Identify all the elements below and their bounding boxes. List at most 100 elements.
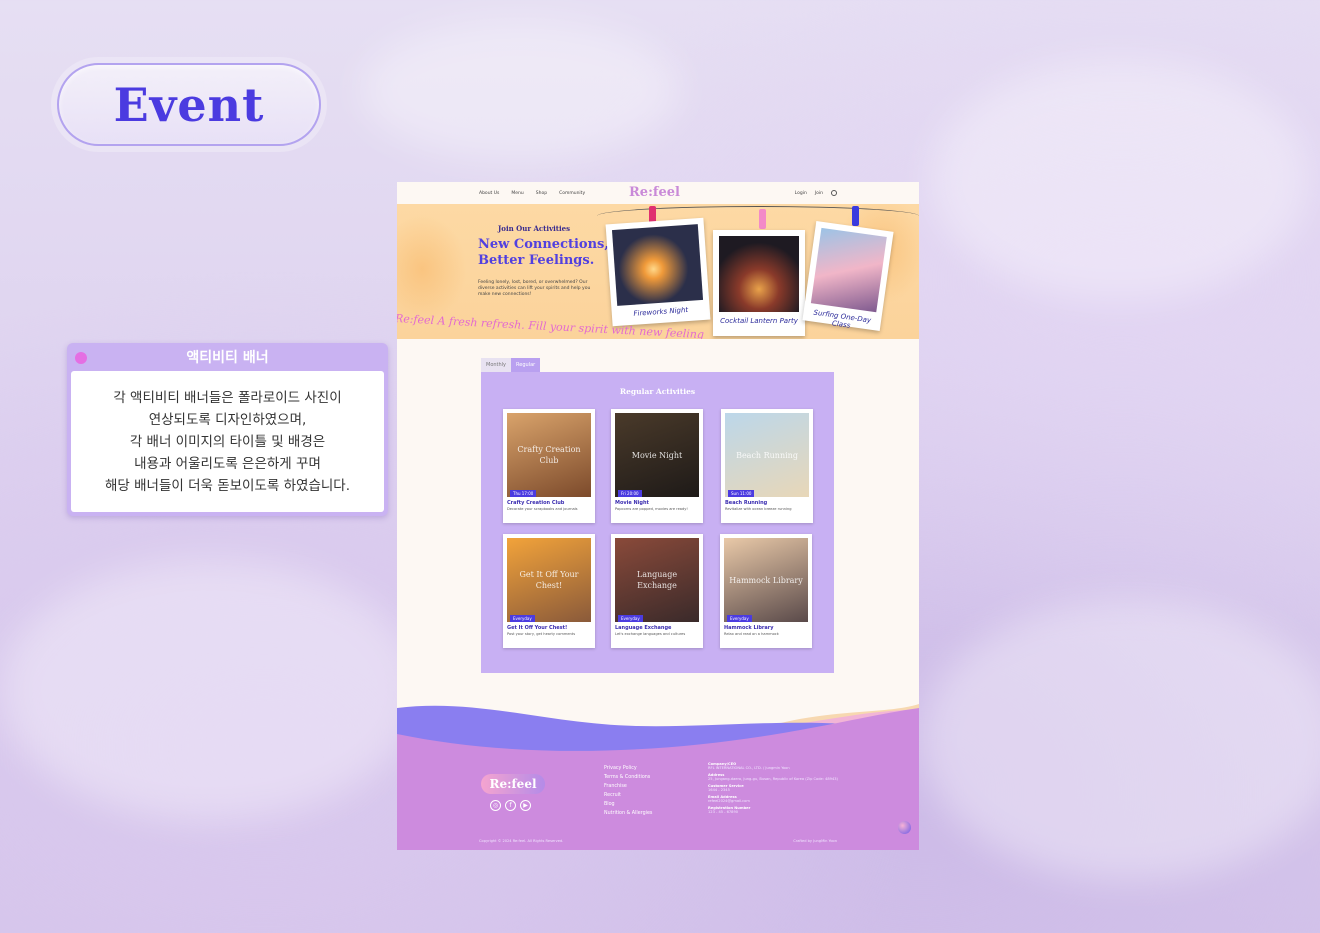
- annotation-line: 해당 배너들이 더욱 돋보이도록 하였습니다.: [104, 477, 351, 494]
- clothespin-icon: [852, 206, 859, 226]
- clothespin-icon: [759, 209, 766, 229]
- info-value: refeel2024@gmail.com: [708, 799, 750, 803]
- annotation-line: 내용과 어울리도록 은은하게 꾸며: [134, 455, 321, 472]
- annotation-line: 연상되도록 디자인하였으며,: [148, 411, 307, 428]
- activity-card[interactable]: Language Exchange Everyday Language Exch…: [611, 534, 703, 648]
- footer-link-franchise[interactable]: Franchise: [604, 784, 652, 789]
- photo-image: [810, 227, 887, 313]
- activity-overlay-title: Hammock Library: [729, 575, 803, 585]
- schedule-badge: Everyday: [618, 615, 643, 622]
- footer-links: Privacy Policy Terms & Conditions Franch…: [604, 766, 652, 816]
- annotation-line: 각 배너 이미지의 타이틀 및 배경은: [129, 433, 326, 450]
- instagram-icon[interactable]: ◎: [490, 800, 501, 811]
- activity-image: Language Exchange Everyday: [615, 538, 699, 622]
- company-info: Company/CEO RFL INTERNATIONAL CO., LTD. …: [708, 759, 858, 814]
- activity-card[interactable]: Beach Running Sun 11:00 Beach Running Re…: [721, 409, 813, 523]
- nav-community[interactable]: Community: [559, 191, 585, 196]
- annotation-body: 각 액티비티 배너들은 폴라로이드 사진이 연상되도록 디자인하였으며, 각 배…: [71, 371, 384, 512]
- nav-about-us[interactable]: About Us: [479, 191, 499, 196]
- activity-description: Relax and read on a hammock: [724, 632, 779, 636]
- activity-image: Movie Night Fri 20:00: [615, 413, 699, 497]
- photo-caption: Cocktail Lantern Party: [720, 317, 798, 325]
- activity-title: Movie Night: [615, 500, 649, 506]
- site-footer: Re:feel ◎ f ▶ Privacy Policy Terms & Con…: [397, 704, 919, 850]
- footer-link-privacy[interactable]: Privacy Policy: [604, 766, 652, 771]
- social-links: ◎ f ▶: [490, 800, 531, 811]
- chat-bubble-icon[interactable]: [898, 821, 911, 834]
- copyright-text: Copyright © 2024 Re:feel. All Rights Res…: [479, 839, 564, 843]
- tab-monthly[interactable]: Monthly: [481, 358, 512, 372]
- info-value: RFL INTERNATIONAL CO., LTD. / Jungmin Yo…: [708, 766, 790, 770]
- banner-description: Feeling lonely, lost, bored, or overwhel…: [478, 280, 591, 297]
- annotation-card: 액티비티 배너 각 액티비티 배너들은 폴라로이드 사진이 연상되도록 디자인하…: [67, 343, 388, 516]
- activity-tabs: Monthly Regular: [481, 358, 541, 372]
- activity-title: Hammock Library: [724, 625, 774, 631]
- footer-link-blog[interactable]: Blog: [604, 802, 652, 807]
- activity-overlay-title: Movie Night: [631, 450, 683, 460]
- photo-caption: Surfing One-Day Class: [813, 308, 872, 330]
- event-title-pill: Event: [57, 63, 321, 146]
- activity-title: Crafty Creation Club: [507, 500, 565, 506]
- footer-link-terms[interactable]: Terms & Conditions: [604, 775, 652, 780]
- activity-image: Crafty Creation Club Thu 17:00: [507, 413, 591, 497]
- activity-card[interactable]: Get It Off Your Chest! Everyday Get It O…: [503, 534, 595, 648]
- polaroid-photo: Fireworks Night: [605, 217, 711, 327]
- cloud-decoration: [930, 60, 1310, 300]
- activity-image: Hammock Library Everyday: [724, 538, 808, 622]
- photo-image: [719, 236, 799, 312]
- crafted-by-text: Crafted by JungMin Yoon: [793, 839, 837, 843]
- activity-banner: Join Our Activities New Connections, Bet…: [397, 204, 919, 339]
- activity-image: Get It Off Your Chest! Everyday: [507, 538, 591, 622]
- youtube-icon[interactable]: ▶: [520, 800, 531, 811]
- activity-overlay-title: Crafty Creation Club: [517, 445, 581, 465]
- footer-link-recruit[interactable]: Recruit: [604, 793, 652, 798]
- palm-decoration: [397, 214, 467, 324]
- top-navigation: About Us Menu Shop Community Re:feel Log…: [397, 182, 919, 204]
- annotation-title: 액티비티 배너: [186, 349, 269, 366]
- info-value: 123 - 45 - 67890: [708, 810, 739, 814]
- dot-icon: [75, 352, 87, 364]
- schedule-badge: Everyday: [510, 615, 535, 622]
- activity-title: Language Exchange: [615, 625, 672, 631]
- activity-image: Beach Running Sun 11:00: [725, 413, 809, 497]
- banner-title: New Connections, Better Feelings.: [478, 237, 609, 268]
- annotation-header: 액티비티 배너: [67, 343, 388, 370]
- activity-card[interactable]: Movie Night Fri 20:00 Movie Night Popcor…: [611, 409, 703, 523]
- schedule-badge: Sun 11:00: [728, 490, 755, 497]
- login-link[interactable]: Login: [795, 191, 807, 196]
- page-title: Event: [113, 77, 265, 132]
- website-mockup: About Us Menu Shop Community Re:feel Log…: [397, 182, 919, 850]
- globe-icon[interactable]: [831, 190, 837, 196]
- schedule-badge: Fri 20:00: [618, 490, 642, 497]
- activity-description: Popcorns are popped, movies are ready!: [615, 507, 688, 511]
- activity-overlay-title: Language Exchange: [636, 570, 678, 590]
- nav-menu[interactable]: Menu: [511, 191, 523, 196]
- activity-title: Get It Off Your Chest!: [507, 625, 568, 631]
- footer-logo[interactable]: Re:feel: [481, 774, 545, 794]
- regular-activities-panel: Regular Activities Crafty Creation Club …: [481, 372, 834, 673]
- tab-regular[interactable]: Regular: [511, 358, 541, 372]
- activity-card[interactable]: Hammock Library Everyday Hammock Library…: [720, 534, 812, 648]
- activity-title: Beach Running: [725, 500, 768, 506]
- banner-kicker: Join Our Activities: [498, 224, 571, 233]
- activity-description: Let's exchange languages and cultures: [615, 632, 686, 636]
- nav-shop[interactable]: Shop: [536, 191, 547, 196]
- activity-description: Decorate your scrapbooks and journals: [507, 507, 578, 511]
- schedule-badge: Thu 17:00: [510, 490, 537, 497]
- activity-overlay-title: Beach Running: [736, 450, 798, 460]
- polaroid-photo: Surfing One-Day Class: [802, 221, 894, 331]
- photo-caption: Fireworks Night: [633, 306, 689, 318]
- polaroid-photo: Cocktail Lantern Party: [713, 230, 805, 336]
- cloud-decoration: [0, 560, 420, 820]
- facebook-icon[interactable]: f: [505, 800, 516, 811]
- info-value: 25, Jungang-daero, Jung-gu, Busan, Repub…: [708, 777, 838, 781]
- footer-link-nutrition[interactable]: Nutrition & Allergies: [604, 811, 652, 816]
- panel-title: Regular Activities: [619, 387, 696, 396]
- site-logo[interactable]: Re:feel: [629, 185, 680, 200]
- cloud-decoration: [920, 600, 1320, 880]
- schedule-badge: Everyday: [727, 615, 752, 622]
- activity-card[interactable]: Crafty Creation Club Thu 17:00 Crafty Cr…: [503, 409, 595, 523]
- join-link[interactable]: Join: [815, 191, 823, 196]
- info-value: 1644 - 2345: [708, 788, 730, 792]
- photo-image: [611, 224, 704, 306]
